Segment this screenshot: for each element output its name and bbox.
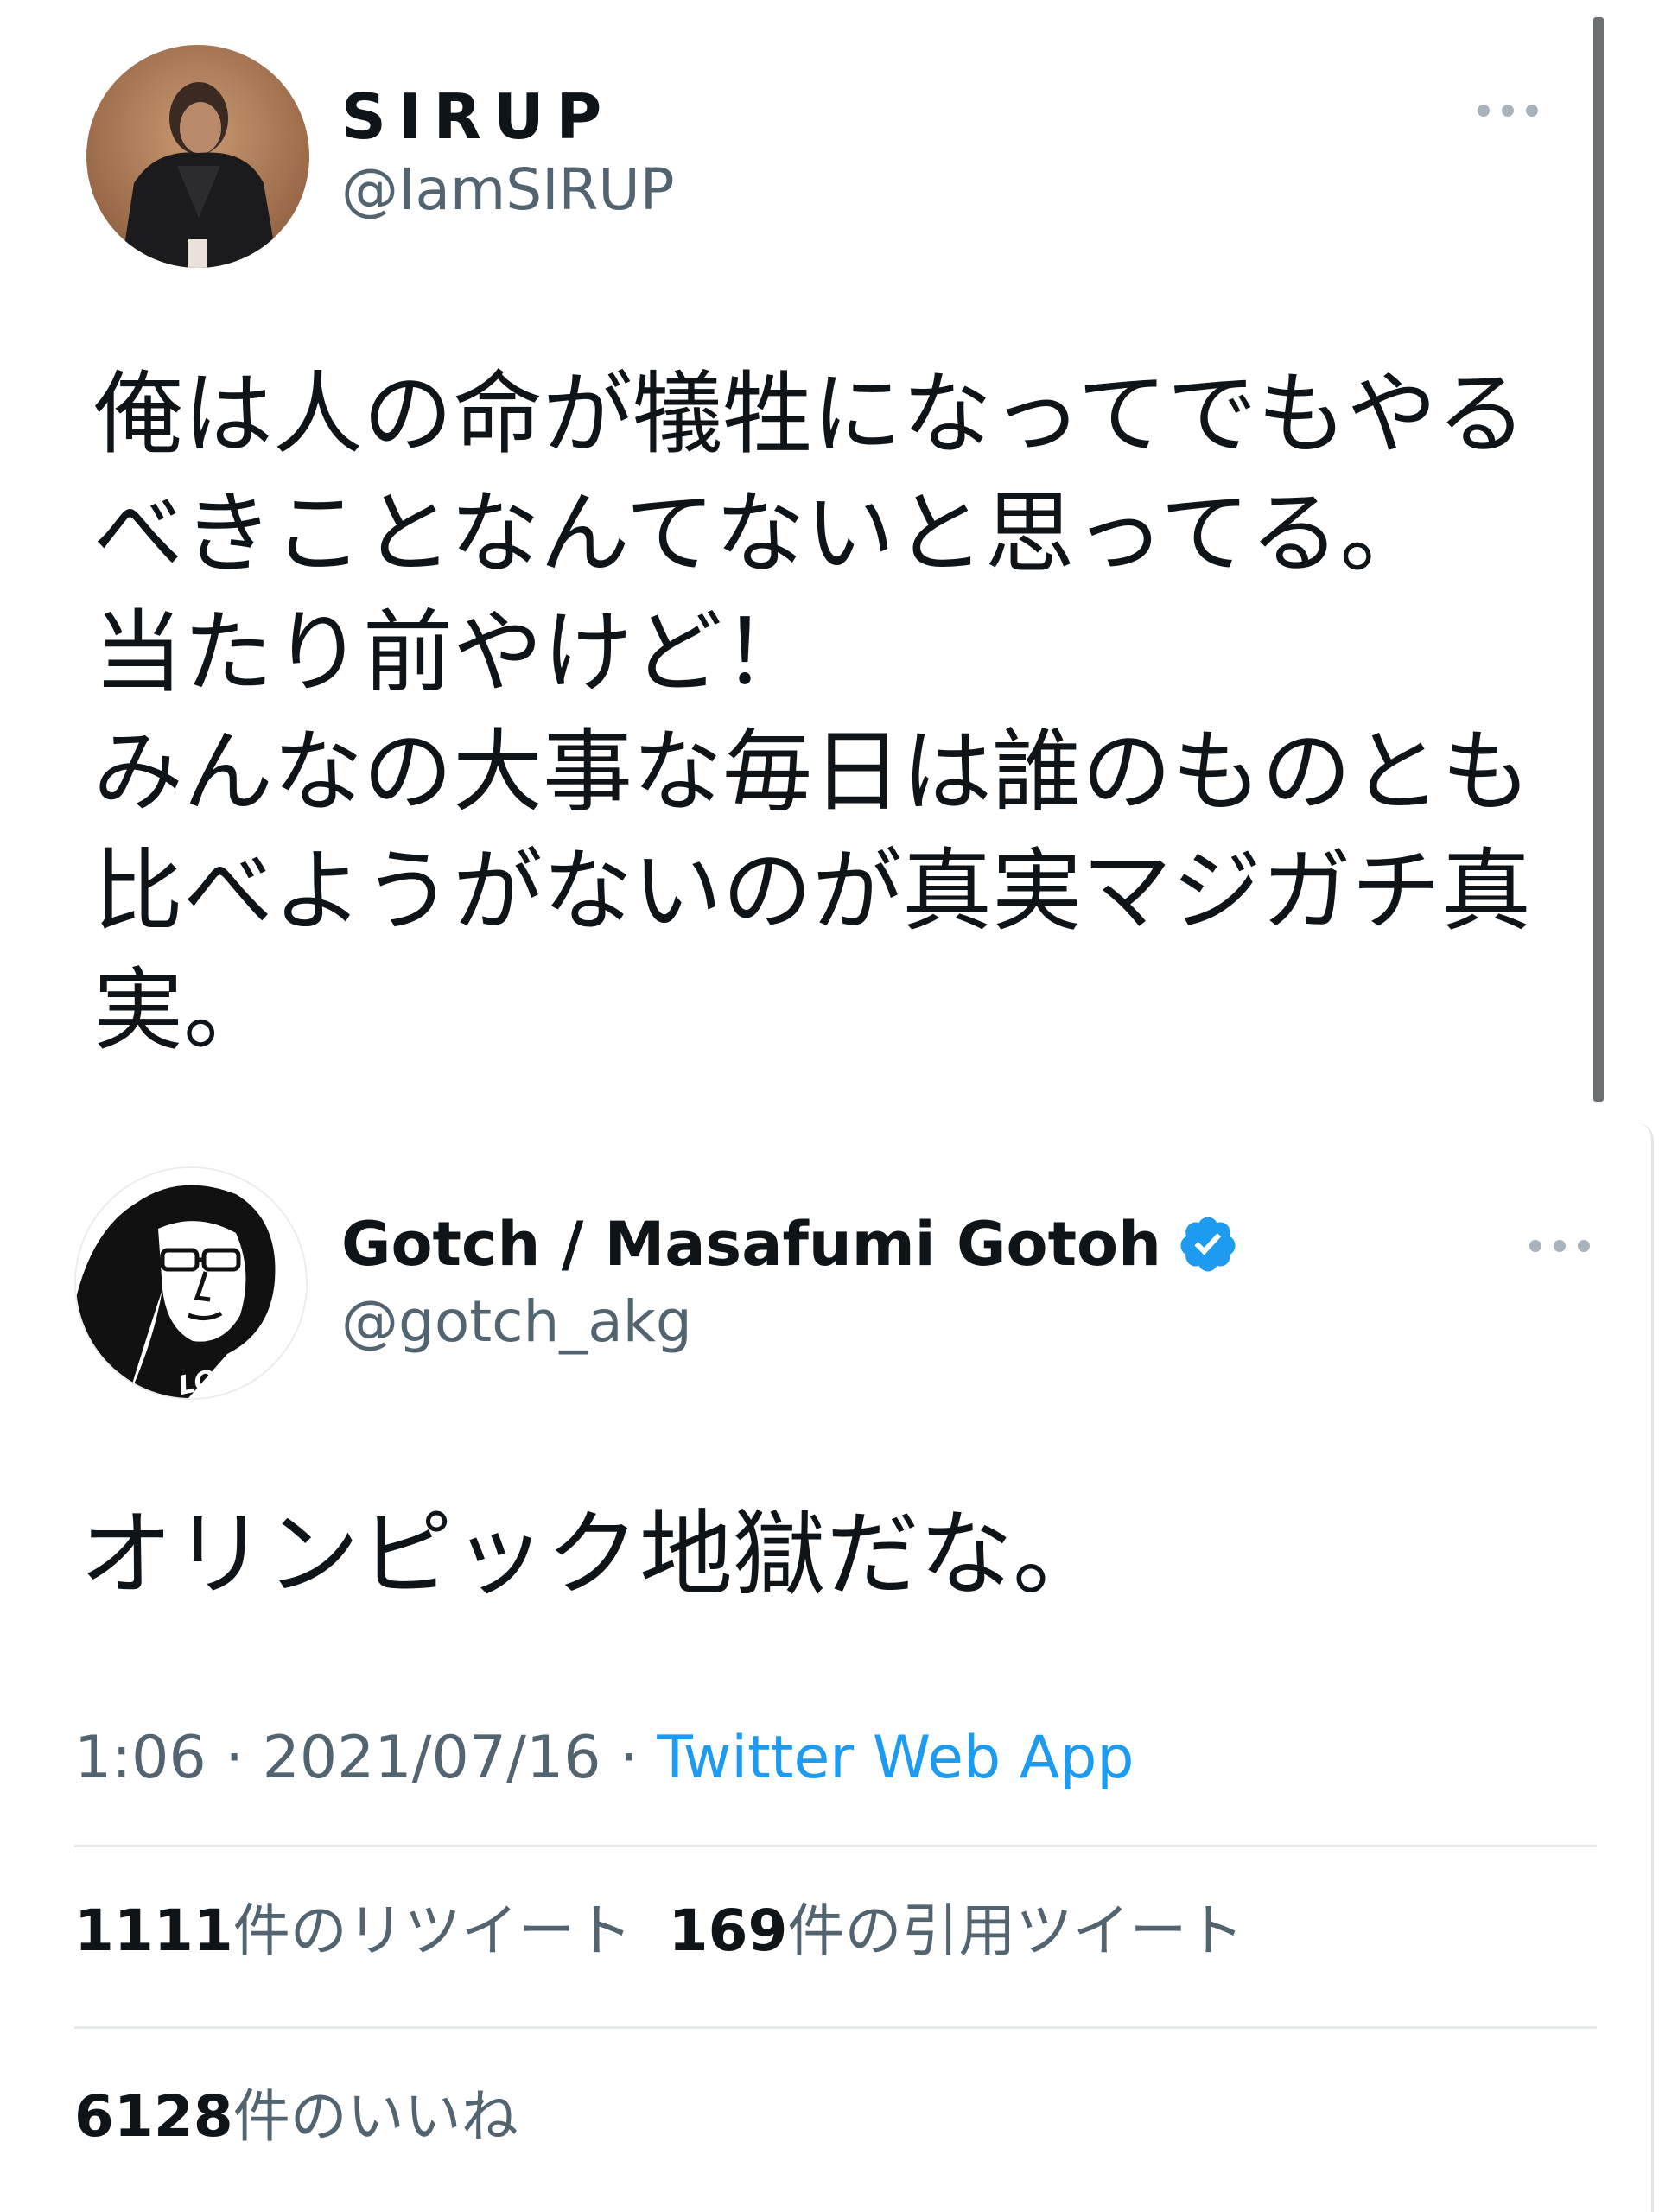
illustrated-face-avatar-icon: LOVE [76,1168,306,1398]
quoted-tweet[interactable]: SIRUP @IamSIRUP 俺は人の命が犠牲になってでもやる べきことなんて… [0,0,1659,1115]
retweets-label: 件のリツイート [232,1897,632,1964]
retweets-link[interactable]: 1111件のリツイート [74,1897,632,1964]
divider [74,1845,1597,1847]
divider [74,2026,1597,2029]
likes-count: 6128 [74,2083,233,2150]
quoted-tweet-text: 俺は人の命が犠牲になってでもやる べきことなんてないと思ってる。 当たり前やけど… [93,361,1532,1063]
sirup-display-name[interactable]: SIRUP [341,78,613,156]
gotch-avatar[interactable]: LOVE [74,1166,308,1400]
likes-label: 件のいいね [232,2083,518,2150]
verified-badge-icon [1177,1213,1239,1275]
sirup-avatar[interactable] [86,45,309,268]
main-tweet-text: オリンピック地獄だな。 [79,1501,1107,1609]
meta-separator: · [601,1724,658,1792]
gotch-handle[interactable]: @gotch_akg [341,1287,692,1357]
likes-link[interactable]: 6128件のいいね [74,2078,518,2156]
gotch-display-name[interactable]: Gotch / Masafumi Gotoh [341,1205,1161,1283]
quote-tweets-link[interactable]: 169件の引用ツイート [669,1897,1244,1964]
engagement-stats: 1111件のリツイート 169件の引用ツイート [74,1892,1243,1970]
tweet-time[interactable]: 1:06 [74,1724,207,1792]
person-photo-avatar-icon [86,45,309,268]
tweet-meta: 1:06 · 2021/07/16 · Twitter Web App [74,1719,1135,1797]
quotes-count: 169 [668,1897,788,1964]
meta-separator: · [206,1724,263,1792]
thread-line [1593,17,1604,1102]
more-options-icon[interactable] [1478,102,1538,119]
more-options-icon[interactable] [1529,1237,1590,1255]
tweet-source-link[interactable]: Twitter Web App [657,1724,1134,1792]
card-edge [1637,1123,1654,2212]
quotes-label: 件の引用ツイート [787,1897,1244,1964]
retweets-count: 1111 [74,1897,233,1964]
sirup-handle[interactable]: @IamSIRUP [341,156,675,225]
gotch-display-name-row[interactable]: Gotch / Masafumi Gotoh [341,1205,1239,1283]
tweet-date[interactable]: 2021/07/16 [263,1724,601,1792]
